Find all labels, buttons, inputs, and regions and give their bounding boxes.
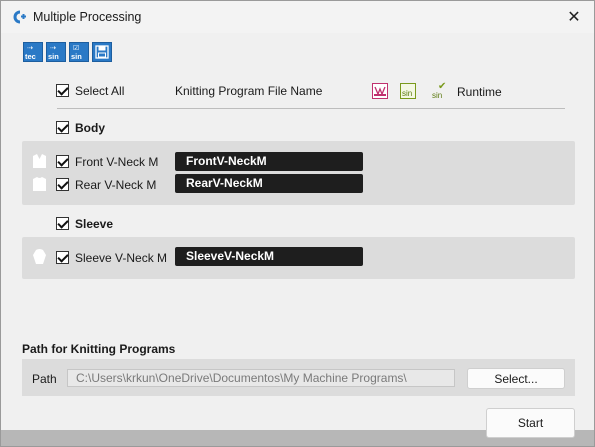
rear-v-neck-file-name[interactable]: RearV-NeckM	[175, 174, 363, 193]
save-button[interactable]	[92, 42, 112, 62]
sleeve-v-neck-checkbox[interactable]	[56, 251, 69, 264]
toolbar: ⇢ tec ⇢ sin ☑ sin	[23, 42, 112, 62]
body-group-panel	[22, 141, 575, 205]
front-v-neck-file-name[interactable]: FrontV-NeckM	[175, 152, 363, 171]
sin-button[interactable]: ⇢ sin	[46, 42, 66, 62]
sin-file-label: sin	[402, 89, 413, 98]
body-group-checkbox[interactable]	[56, 121, 69, 134]
sleeve-group-label: Sleeve	[75, 217, 114, 231]
header-separator	[57, 108, 565, 109]
sleeve-v-neck-file-name[interactable]: SleeveV-NeckM	[175, 247, 363, 266]
select-all-label: Select All	[75, 84, 125, 98]
multiple-processing-window: Multiple Processing ✕ ⇢ tec ⇢ sin ☑ sin …	[0, 0, 595, 447]
rear-piece-shape-icon	[33, 177, 46, 191]
sin-file-icon[interactable]: sin	[400, 83, 416, 99]
body-group-label: Body	[75, 121, 105, 135]
select-path-button[interactable]: Select...	[467, 368, 565, 389]
sleeve-group-checkbox[interactable]	[56, 217, 69, 230]
export-arrow-icon: ⇢	[50, 45, 56, 52]
front-v-neck-label: Front V-Neck M	[75, 155, 159, 169]
runtime-column-header: Runtime	[457, 85, 502, 99]
front-v-neck-checkbox[interactable]	[56, 155, 69, 168]
check-icon: ☑	[73, 45, 80, 52]
path-section-heading: Path for Knitting Programs	[22, 342, 176, 356]
sin-check-button[interactable]: ☑ sin	[69, 42, 89, 62]
sin-check-label: sin	[432, 91, 443, 100]
title-bar: Multiple Processing ✕	[1, 1, 594, 33]
sleeve-piece-shape-icon	[33, 249, 46, 264]
sin-check-icon[interactable]: ✔ sin	[432, 81, 448, 100]
app-logo-icon	[13, 10, 26, 24]
front-piece-shape-icon	[33, 154, 46, 168]
close-icon: ✕	[567, 9, 581, 26]
window-title: Multiple Processing	[33, 10, 142, 24]
start-button[interactable]: Start	[486, 408, 575, 438]
rear-v-neck-checkbox[interactable]	[56, 178, 69, 191]
tec-button[interactable]: ⇢ tec	[23, 42, 43, 62]
knit-program-icon[interactable]	[372, 83, 388, 99]
file-name-column-header: Knitting Program File Name	[175, 84, 323, 98]
path-input[interactable]: C:\Users\krkun\OneDrive\Documentos\My Ma…	[67, 369, 455, 387]
close-button[interactable]: ✕	[554, 1, 594, 33]
sin-label: sin	[48, 52, 59, 61]
sin-label: sin	[71, 52, 82, 61]
select-all-checkbox[interactable]	[56, 84, 69, 97]
tec-label: tec	[25, 52, 36, 61]
path-label: Path	[32, 372, 57, 386]
export-arrow-icon: ⇢	[27, 45, 33, 52]
rear-v-neck-label: Rear V-Neck M	[75, 178, 157, 192]
sleeve-v-neck-label: Sleeve V-Neck M	[75, 251, 168, 265]
save-icon	[95, 45, 109, 59]
